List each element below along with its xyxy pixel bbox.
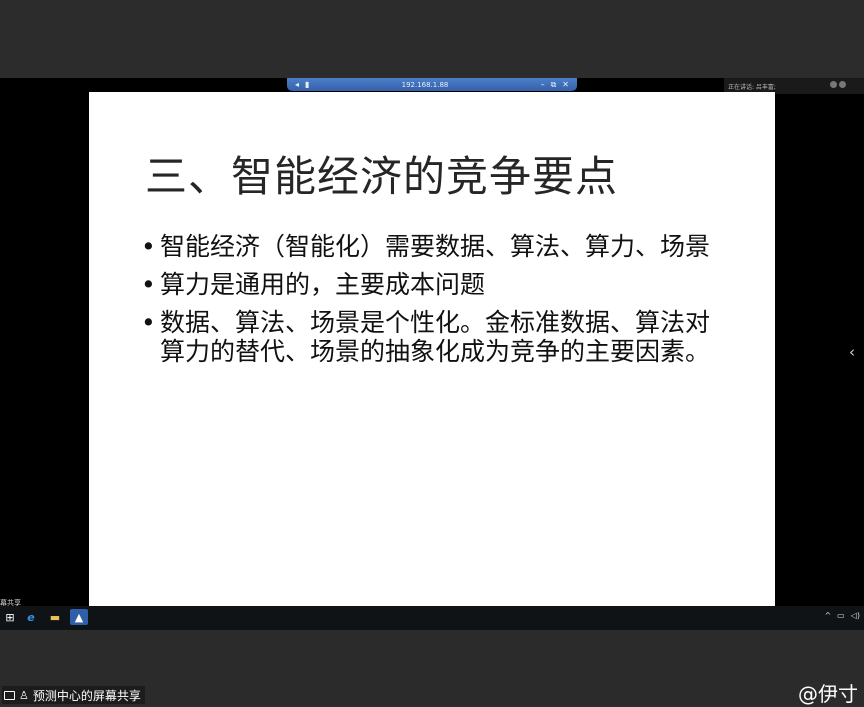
network-icon[interactable]: ▭ (837, 611, 845, 620)
meeting-top-bar (0, 0, 864, 78)
bullet-item: • 数据、算法、场景是个性化。金标准数据、算法对算力的替代、场景的抽象化成为竞争… (141, 308, 731, 366)
bullet-dot: • (141, 308, 156, 337)
bullet-text: 数据、算法、场景是个性化。金标准数据、算法对算力的替代、场景的抽象化成为竞争的主… (160, 308, 711, 366)
screen-share-icon (4, 690, 15, 700)
account-watermark: @伊寸 (798, 682, 858, 706)
internet-explorer-icon[interactable]: e (22, 609, 40, 625)
close-icon[interactable]: ✕ (562, 80, 569, 89)
bullet-item: • 算力是通用的，主要成本问题 (141, 270, 731, 299)
taskbar-label: 幕共享 (0, 599, 21, 607)
slide-title: 三、智能经济的竞争要点 (145, 152, 619, 201)
pin-icon[interactable]: ◂ (295, 80, 299, 89)
screen-share-label: ♙ 预测中心的屏幕共享 (2, 686, 145, 704)
chevron-right-icon[interactable]: ‹ (849, 343, 855, 361)
file-explorer-icon[interactable]: ▬ (46, 609, 64, 625)
bullet-list: • 智能经济（智能化）需要数据、算法、算力、场景 • 算力是通用的，主要成本问题… (141, 232, 731, 375)
bullet-text: 算力是通用的，主要成本问题 (160, 270, 486, 299)
remote-desktop-toolbar: ◂ ▮ 192.168.1.88 – ⧉ ✕ (287, 78, 577, 91)
bullet-dot: • (141, 232, 156, 261)
avatar (830, 81, 837, 88)
restore-icon[interactable]: ⧉ (551, 80, 557, 89)
windows-start-icon[interactable]: ⊞ (1, 609, 19, 625)
remote-address: 192.168.1.88 (401, 80, 449, 89)
chevron-up-icon[interactable]: ^ (824, 611, 831, 620)
bullet-dot: • (141, 270, 156, 299)
avatar (839, 81, 846, 88)
presenter-icon: ♙ (19, 688, 29, 702)
volume-icon[interactable]: ◁) (851, 611, 860, 620)
bullet-item: • 智能经济（智能化）需要数据、算法、算力、场景 (141, 232, 731, 261)
signal-icon: ▮ (305, 79, 310, 89)
screen-share-text: 预测中心的屏幕共享 (32, 688, 141, 703)
presentation-slide: 三、智能经济的竞争要点 • 智能经济（智能化）需要数据、算法、算力、场景 • 算… (89, 92, 775, 606)
bullet-text: 智能经济（智能化）需要数据、算法、算力、场景 (160, 232, 711, 261)
speaking-label: 正在讲话: 吕丰富; (728, 83, 776, 91)
participant-avatars (830, 81, 846, 88)
windows-taskbar (0, 606, 864, 630)
remote-desktop-icon[interactable]: ▲ (70, 609, 88, 625)
minimize-icon[interactable]: – (541, 80, 545, 89)
system-tray: ^ ▭ ◁) (824, 611, 860, 620)
